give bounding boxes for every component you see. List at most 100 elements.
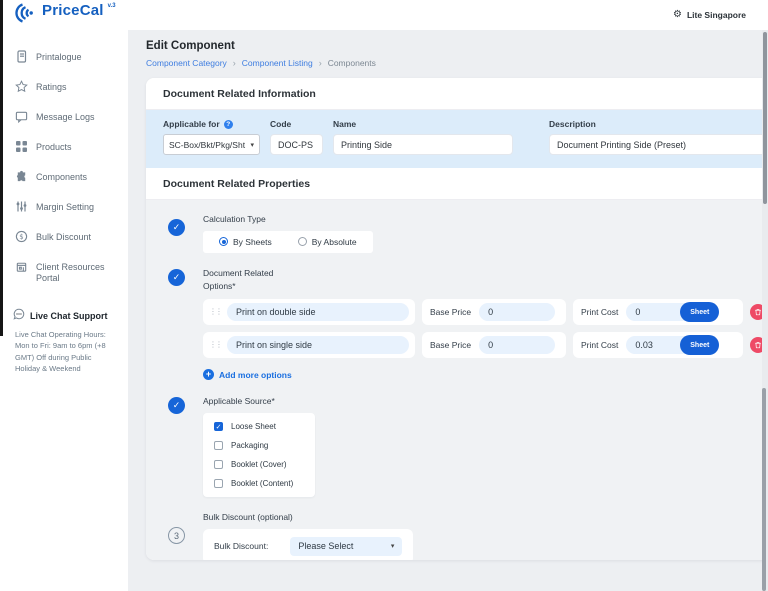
bulk-discount-select[interactable]: Please Select ▾ [290, 536, 403, 556]
chevron-down-icon: ▾ [390, 543, 395, 551]
checkbox-loose-sheet[interactable]: ✓ Loose Sheet [214, 422, 304, 431]
code-input[interactable] [270, 134, 323, 155]
applicable-source-label: Applicable Source* [203, 396, 275, 407]
calculation-type-label: Calculation Type [203, 214, 266, 224]
checkbox-icon: ✓ [214, 422, 223, 431]
print-cost-label: Print Cost [581, 307, 619, 318]
info-section-title: Document Related Information [146, 78, 768, 110]
name-input[interactable] [333, 134, 513, 155]
add-more-options-label: Add more options [219, 369, 292, 380]
step-number-badge: 3 [168, 527, 185, 544]
options-label-line1: Document Related [203, 267, 274, 278]
region-label: Lite Singapore [686, 10, 746, 20]
option-name-input[interactable] [227, 336, 409, 355]
support-title: Live Chat Support [30, 310, 108, 321]
info-fields-band: Applicable for ? SC-Box/Bkt/Pkg/Sht ▾ Co… [146, 110, 768, 168]
breadcrumb: Component Category › Component Listing ›… [146, 58, 768, 68]
options-label-line2: Options* [203, 280, 236, 291]
sidebar-item-client-resources-portal[interactable]: Client Resources Portal [0, 260, 128, 285]
code-label: Code [270, 119, 292, 129]
live-chat-support: Live Chat Support Live Chat Operating Ho… [0, 307, 128, 376]
checkbox-booklet-cover[interactable]: Booklet (Cover) [214, 460, 304, 469]
dollar-circle-icon: $ [15, 230, 28, 248]
bulk-discount-card: Bulk Discount: Please Select ▾ [203, 528, 414, 560]
radio-by-sheets[interactable]: By Sheets [219, 237, 272, 247]
base-price-input[interactable] [479, 336, 556, 355]
gear-icon: ⚙ [672, 9, 682, 20]
description-label: Description [549, 119, 596, 129]
region-selector[interactable]: ⚙ Lite Singapore [672, 9, 746, 21]
scrollbar-thumb[interactable] [763, 32, 767, 204]
sidebar-item-label: Client Resources Portal [36, 262, 105, 284]
applicable-for-select[interactable]: SC-Box/Bkt/Pkg/Sht ▾ [163, 134, 260, 155]
bulk-discount-block: 3 Bulk Discount (optional) Bulk Discount… [163, 511, 766, 560]
sidebar-item-label: Components [36, 172, 88, 182]
drag-handle-icon[interactable]: ⋮⋮ [209, 341, 223, 349]
sidebar-item-ratings[interactable]: Ratings [0, 80, 128, 98]
topbar: PriceCal v.3 ⚙ Lite Singapore [0, 0, 768, 30]
breadcrumb-component-listing[interactable]: Component Listing [242, 58, 313, 68]
pricecal-logo-icon [14, 2, 38, 29]
step-complete-check-icon: ✓ [168, 219, 185, 236]
unit-sheet-button[interactable]: Sheet [680, 302, 720, 323]
help-icon[interactable]: ? [223, 119, 233, 129]
checkbox-label: Booklet (Cover) [231, 460, 287, 469]
radio-by-sheets-label: By Sheets [233, 236, 272, 247]
scrollbar-thumb-secondary[interactable] [762, 388, 766, 591]
breadcrumb-component-category[interactable]: Component Category [146, 58, 227, 68]
svg-text:$: $ [19, 233, 23, 241]
base-price-label: Base Price [430, 340, 472, 351]
checkbox-icon [214, 460, 223, 469]
base-price-input[interactable] [479, 303, 556, 322]
brand-logo[interactable]: PriceCal v.3 [14, 2, 116, 29]
add-more-options-link[interactable]: + Add more options [203, 369, 766, 381]
chat-bubble-icon [13, 307, 25, 325]
drag-handle-icon[interactable]: ⋮⋮ [209, 308, 223, 316]
step-complete-check-icon: ✓ [168, 397, 185, 415]
checkbox-packaging[interactable]: Packaging [214, 441, 304, 450]
checkbox-label: Loose Sheet [231, 422, 276, 431]
sidebar-item-margin-setting[interactable]: Margin Setting [0, 200, 128, 218]
applicable-for-label: Applicable for [163, 119, 220, 129]
window-edge [0, 0, 3, 336]
print-cost-label: Print Cost [581, 340, 619, 351]
sidebar-item-bulk-discount[interactable]: $ Bulk Discount [0, 230, 128, 248]
sidebar-item-printalogue[interactable]: Printalogue [0, 50, 128, 68]
calculation-type-card: By Sheets By Absolute [203, 230, 373, 253]
option-row: ⋮⋮ Base Price Print Cost [203, 332, 766, 359]
bulk-discount-title: Bulk Discount (optional) [203, 512, 293, 522]
unit-sheet-button[interactable]: Sheet [680, 335, 720, 356]
sidebar-item-message-logs[interactable]: Message Logs [0, 110, 128, 128]
radio-by-absolute-label: By Absolute [311, 236, 357, 247]
plus-icon: + [203, 369, 214, 381]
step-complete-check-icon: ✓ [168, 268, 185, 286]
checkbox-booklet-content[interactable]: Booklet (Content) [214, 479, 304, 488]
document-options-block: ✓ Document Related Options* ⋮⋮ Base Pric… [163, 267, 766, 381]
option-row: ⋮⋮ Base Price Print Cost [203, 299, 766, 326]
star-icon [15, 80, 28, 98]
bulk-discount-value: Please Select [298, 541, 354, 552]
breadcrumb-current: Components [327, 58, 376, 68]
checkbox-icon [214, 441, 223, 450]
support-hours-text: Live Chat Operating Hours: Mon to Fri: 9… [15, 329, 106, 374]
grid-icon [15, 140, 28, 158]
checkbox-icon [214, 479, 223, 488]
bulk-discount-label: Bulk Discount: [214, 540, 269, 551]
sidebar-item-label: Margin Setting [36, 202, 95, 212]
brand-version: v.3 [107, 2, 116, 9]
sidebar-item-components[interactable]: Components [0, 170, 128, 188]
sliders-icon [15, 200, 28, 218]
page-title: Edit Component [146, 40, 235, 52]
sidebar-item-label: Ratings [36, 82, 67, 92]
option-name-input[interactable] [227, 303, 409, 322]
brand-name: PriceCal [42, 1, 104, 19]
sidebar-item-products[interactable]: Products [0, 140, 128, 158]
radio-by-absolute[interactable]: By Absolute [297, 236, 357, 247]
base-price-label: Base Price [430, 307, 472, 318]
radio-dot [219, 237, 228, 247]
checkbox-label: Packaging [231, 441, 269, 450]
edit-component-card: Document Related Information Applicable … [146, 78, 768, 560]
applicable-source-card: ✓ Loose Sheet Packaging Booklet (Cover) [203, 413, 315, 497]
sidebar-item-label: Products [36, 142, 72, 152]
description-input[interactable] [549, 134, 766, 155]
